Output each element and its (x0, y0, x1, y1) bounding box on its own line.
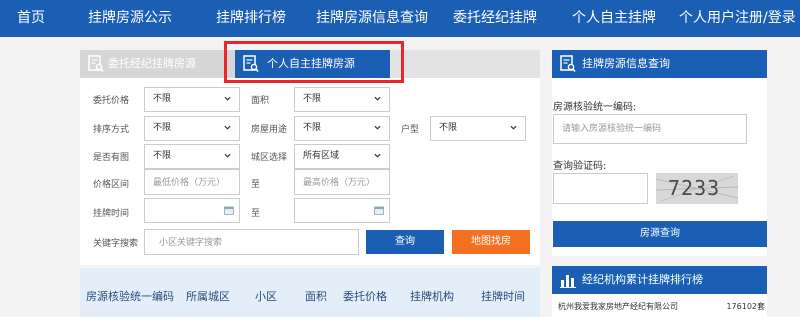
ranking-row[interactable]: 杭州我爱我家房地产经纪有限公司 176102套 (552, 294, 767, 317)
chevron-down-icon (374, 96, 381, 101)
photo-label: 是否有图 (93, 153, 130, 163)
document-search-icon (88, 55, 104, 72)
listing-count: 176102套 (726, 302, 765, 311)
info-panel-header: 挂牌房源信息查询 (552, 50, 767, 78)
col-verification-code: 房源核验统一编码 (86, 290, 174, 303)
col-price: 委托价格 (343, 290, 387, 303)
bar-chart-icon (560, 275, 576, 288)
chevron-down-icon (510, 125, 517, 130)
agency-name: 杭州我爱我家房地产经纪有限公司 (558, 302, 678, 311)
nav-listing-ranking[interactable]: 挂牌排行榜 (216, 0, 286, 37)
sort-select-value: 不限 (153, 123, 172, 133)
document-search-icon (560, 55, 576, 72)
col-district: 所属城区 (186, 290, 230, 303)
area-select-value: 不限 (303, 94, 322, 104)
district-select-value: 所有区域 (303, 151, 340, 161)
layout-select-value: 不限 (439, 123, 458, 133)
area-label: 面积 (251, 96, 270, 106)
district-select[interactable]: 所有区域 (294, 144, 390, 169)
chevron-down-icon (224, 96, 231, 101)
nav-listing-query[interactable]: 挂牌房源信息查询 (316, 0, 428, 37)
captcha-field[interactable] (554, 174, 647, 203)
chevron-down-icon (224, 153, 231, 158)
listing-query-button[interactable]: 房源查询 (553, 221, 767, 247)
price-max-field[interactable] (295, 171, 389, 195)
col-community: 小区 (255, 290, 277, 303)
sort-select[interactable]: 不限 (144, 116, 240, 141)
tab-agent-listings[interactable]: 委托经纪挂牌房源 (80, 50, 235, 78)
col-agency: 挂牌机构 (410, 290, 454, 303)
usage-select[interactable]: 不限 (294, 116, 390, 141)
map-search-button[interactable]: 地图找房 (452, 230, 530, 254)
price-min-input[interactable] (144, 169, 240, 195)
usage-label: 房屋用途 (251, 125, 288, 135)
photo-select[interactable]: 不限 (144, 144, 240, 169)
price-select[interactable]: 不限 (144, 87, 240, 112)
captcha-image[interactable]: 7233 (656, 173, 738, 204)
highlight-box (224, 41, 404, 83)
time-to-label: 至 (251, 209, 261, 219)
chevron-down-icon (224, 125, 231, 130)
code-input[interactable] (553, 114, 747, 144)
nav-personal-listing[interactable]: 个人自主挂牌 (572, 0, 656, 37)
ranking-panel-title: 经纪机构累计挂牌排行榜 (582, 273, 703, 286)
price-label: 委托价格 (93, 96, 130, 106)
nav-register-login[interactable]: 个人用户注册/登录 (679, 0, 796, 37)
top-nav: 首页 挂牌房源公示 挂牌排行榜 挂牌房源信息查询 委托经纪挂牌 个人自主挂牌 个… (0, 0, 800, 37)
layout-select[interactable]: 不限 (430, 116, 526, 141)
usage-select-value: 不限 (303, 123, 322, 133)
keyword-field[interactable] (145, 231, 358, 255)
calendar-icon[interactable] (374, 206, 384, 215)
query-button[interactable]: 查询 (366, 230, 444, 254)
district-label: 城区选择 (251, 153, 288, 163)
chevron-down-icon (374, 125, 381, 130)
layout-label: 户型 (401, 125, 420, 135)
sort-label: 排序方式 (93, 125, 130, 135)
time-end-input[interactable] (294, 198, 390, 223)
nav-agent-listing[interactable]: 委托经纪挂牌 (453, 0, 537, 37)
tab-agent-listings-label: 委托经纪挂牌房源 (108, 57, 196, 70)
area-select[interactable]: 不限 (294, 87, 390, 112)
ranking-panel-header: 经纪机构累计挂牌排行榜 (552, 266, 767, 294)
col-listing-time: 挂牌时间 (481, 290, 525, 303)
price-max-input[interactable] (294, 169, 390, 195)
photo-select-value: 不限 (153, 151, 172, 161)
time-label: 挂牌时间 (93, 209, 130, 219)
info-panel-title: 挂牌房源信息查询 (582, 57, 670, 70)
code-label: 房源核验统一编码: (553, 102, 637, 113)
captcha-label: 查询验证码: (553, 161, 607, 172)
time-start-input[interactable] (144, 198, 240, 223)
calendar-icon[interactable] (224, 206, 234, 215)
price-range-label: 价格区间 (93, 180, 130, 190)
price-min-field[interactable] (145, 171, 239, 195)
chevron-down-icon (374, 153, 381, 158)
keyword-input[interactable] (144, 229, 359, 255)
code-field[interactable] (554, 115, 746, 143)
col-area: 面积 (305, 290, 327, 303)
price-select-value: 不限 (153, 94, 172, 104)
captcha-input[interactable] (553, 173, 648, 204)
keyword-label: 关键字搜索 (93, 239, 139, 249)
captcha-text: 7233 (668, 176, 721, 200)
nav-home[interactable]: 首页 (17, 0, 45, 37)
nav-listing-public[interactable]: 挂牌房源公示 (88, 0, 172, 37)
price-to-label: 至 (251, 180, 261, 190)
